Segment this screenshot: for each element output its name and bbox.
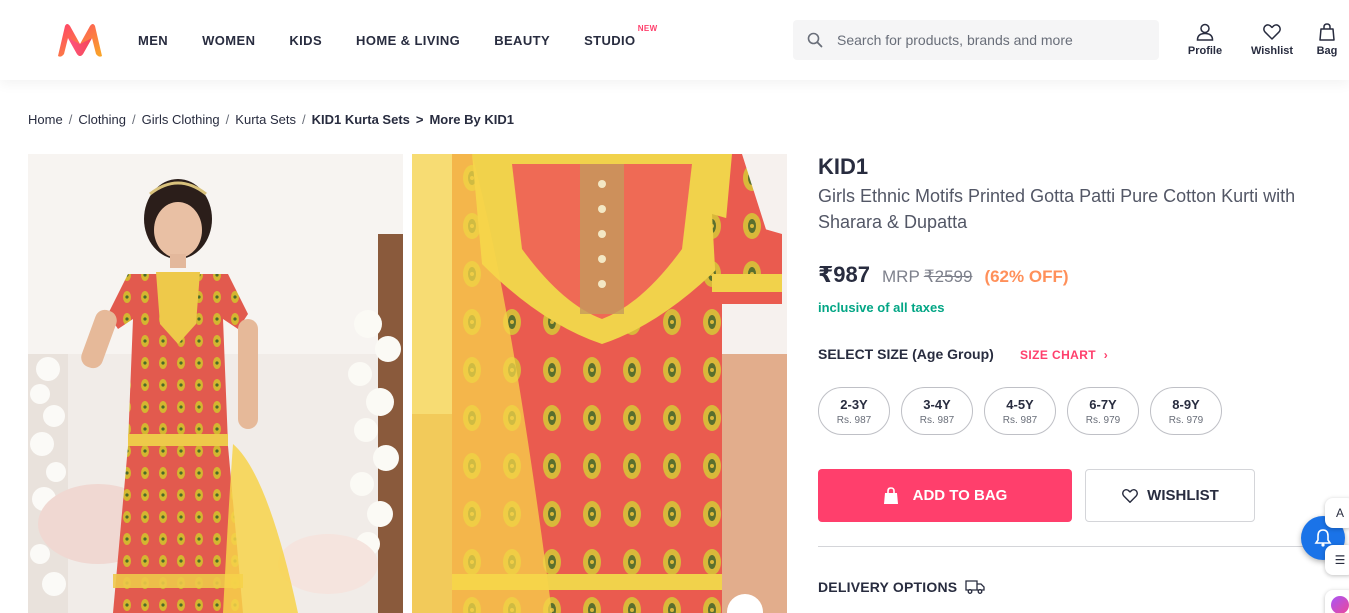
breadcrumb-separator: / — [68, 112, 73, 127]
bag-label: Bag — [1316, 45, 1338, 57]
nav-studio[interactable]: STUDIO NEW — [584, 24, 657, 48]
breadcrumb-chevron: > — [415, 112, 424, 127]
product-brand: KID1 — [818, 154, 869, 179]
wishlist-button-label: WISHLIST — [1147, 487, 1219, 504]
breadcrumb-clothing[interactable]: Clothing — [78, 112, 126, 127]
tax-note: inclusive of all taxes — [818, 300, 945, 315]
myntra-logo[interactable] — [55, 22, 105, 58]
breadcrumb-home[interactable]: Home — [28, 112, 63, 127]
reader-tool-button[interactable]: ☰ — [1325, 545, 1349, 575]
breadcrumb-separator: / — [225, 112, 230, 127]
extension-icon — [1331, 596, 1349, 613]
translate-tool-button[interactable]: A — [1325, 498, 1349, 528]
translate-icon: A — [1335, 506, 1344, 520]
breadcrumb-brand-category[interactable]: KID1 Kurta Sets — [312, 112, 410, 127]
size-label: 8-9Y — [1172, 396, 1200, 412]
bag-button[interactable]: Bag — [1307, 22, 1347, 57]
bag-icon — [1319, 23, 1335, 41]
nav-beauty[interactable]: BEAUTY — [494, 33, 550, 48]
breadcrumb-girls-clothing[interactable]: Girls Clothing — [142, 112, 220, 127]
add-to-bag-label: ADD TO BAG — [912, 487, 1008, 504]
breadcrumb-separator: / — [132, 112, 136, 127]
truck-icon — [965, 580, 985, 594]
section-divider — [818, 546, 1349, 547]
selling-price: ₹987 — [818, 262, 871, 287]
size-option-3-4y[interactable]: 3-4Y Rs. 987 — [901, 387, 973, 435]
size-price: Rs. 987 — [1002, 414, 1038, 426]
nav-men[interactable]: MEN — [138, 33, 168, 48]
size-option-6-7y[interactable]: 6-7Y Rs. 979 — [1067, 387, 1139, 435]
bag-icon — [883, 486, 898, 504]
size-options: 2-3Y Rs. 987 3-4Y Rs. 987 4-5Y Rs. 987 6… — [818, 387, 1233, 435]
size-chart-link[interactable]: SIZE CHART › — [1020, 348, 1108, 362]
size-option-4-5y[interactable]: 4-5Y Rs. 987 — [984, 387, 1056, 435]
breadcrumb: Home / Clothing / Girls Clothing / Kurta… — [28, 112, 514, 127]
nav-home-living[interactable]: HOME & LIVING — [356, 33, 460, 48]
size-section-title: SELECT SIZE (Age Group) — [818, 346, 994, 362]
new-badge: NEW — [637, 23, 658, 33]
size-price: Rs. 987 — [919, 414, 955, 426]
add-to-bag-button[interactable]: ADD TO BAG — [818, 469, 1072, 522]
size-option-8-9y[interactable]: 8-9Y Rs. 979 — [1150, 387, 1222, 435]
size-price: Rs. 979 — [1085, 414, 1121, 426]
chevron-right-icon: › — [1103, 348, 1109, 362]
search-input[interactable] — [837, 32, 1137, 48]
wishlist-button[interactable]: WISHLIST — [1085, 469, 1255, 522]
product-image-2[interactable] — [412, 154, 787, 613]
main-nav: MEN WOMEN KIDS HOME & LIVING BEAUTY STUD… — [138, 0, 670, 80]
wishlist-link[interactable]: Wishlist — [1242, 22, 1302, 57]
product-title: Girls Ethnic Motifs Printed Gotta Patti … — [818, 186, 1296, 232]
site-header: MEN WOMEN KIDS HOME & LIVING BEAUTY STUD… — [0, 0, 1349, 80]
size-label: 2-3Y — [840, 396, 868, 412]
search-bar — [793, 20, 1159, 60]
breadcrumb-separator: / — [302, 112, 306, 127]
wishlist-label: Wishlist — [1250, 45, 1294, 57]
size-price: Rs. 979 — [1168, 414, 1204, 426]
breadcrumb-more-by-brand[interactable]: More By KID1 — [429, 112, 514, 127]
size-label: 6-7Y — [1089, 396, 1117, 412]
profile-button[interactable]: Profile — [1180, 22, 1230, 57]
header-actions: Profile Wishlist Bag — [1180, 22, 1347, 57]
nav-women[interactable]: WOMEN — [202, 33, 255, 48]
heart-icon — [1263, 24, 1281, 40]
product-image-1[interactable] — [28, 154, 403, 613]
book-icon: ☰ — [1334, 553, 1346, 567]
heart-icon — [1122, 488, 1139, 503]
mrp-price: ₹2599 — [923, 267, 973, 286]
user-icon — [1196, 23, 1214, 41]
size-label: 4-5Y — [1006, 396, 1034, 412]
discount-percent: (62% OFF) — [984, 267, 1069, 286]
size-price: Rs. 987 — [836, 414, 872, 426]
size-option-2-3y[interactable]: 2-3Y Rs. 987 — [818, 387, 890, 435]
profile-label: Profile — [1187, 45, 1223, 57]
delivery-options-heading: DELIVERY OPTIONS — [818, 579, 985, 595]
breadcrumb-kurta-sets[interactable]: Kurta Sets — [235, 112, 296, 127]
nav-kids[interactable]: KIDS — [289, 33, 322, 48]
extension-button[interactable] — [1325, 590, 1349, 613]
size-label: 3-4Y — [923, 396, 951, 412]
mrp-label: MRP — [882, 267, 920, 286]
search-icon[interactable] — [793, 32, 837, 48]
price-row: ₹987 MRP ₹2599 (62% OFF) — [818, 262, 1069, 288]
